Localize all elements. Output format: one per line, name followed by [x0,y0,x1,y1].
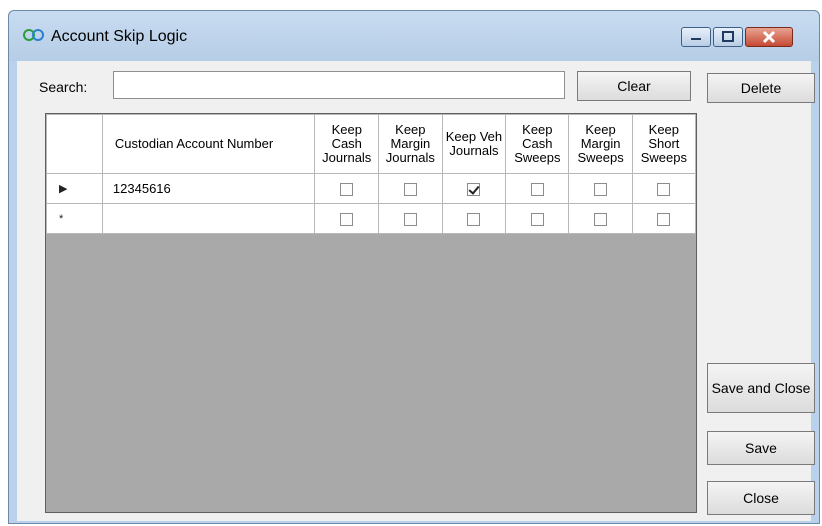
table-row-new[interactable]: * [46,203,696,234]
infinity-app-icon [23,28,45,42]
keep-margin-journals-checkbox[interactable] [403,213,417,227]
row-selector-header[interactable] [46,114,103,174]
keep-cash-sweeps-checkbox[interactable] [530,183,544,197]
checkbox-cell[interactable] [378,203,443,234]
checkbox-cell[interactable] [631,203,696,234]
column-header-keep-margin-journals[interactable]: Keep Margin Journals [378,114,443,174]
keep-short-sweeps-checkbox[interactable] [657,183,671,197]
close-window-button[interactable] [745,27,793,47]
delete-button[interactable]: Delete [707,73,815,103]
search-input[interactable] [113,71,565,99]
account-number-cell[interactable]: 12345616 [101,173,316,204]
table-row[interactable]: ▶ 12345616 [46,173,696,204]
maximize-icon [722,31,734,42]
column-header-keep-short-sweeps[interactable]: Keep Short Sweeps [631,114,696,174]
column-header-custodian-account-number[interactable]: Custodian Account Number [101,114,316,174]
keep-cash-sweeps-checkbox[interactable] [530,213,544,227]
checkbox-cell[interactable] [568,203,633,234]
maximize-button[interactable] [713,27,743,47]
search-label: Search: [39,79,88,95]
table-header-row: Custodian Account Number Keep Cash Journ… [46,114,696,174]
save-button[interactable]: Save [707,431,815,465]
clear-button[interactable]: Clear [577,71,691,101]
keep-short-sweeps-checkbox[interactable] [657,213,671,227]
row-selector-current[interactable]: ▶ [46,173,103,204]
column-header-keep-cash-sweeps[interactable]: Keep Cash Sweeps [505,114,570,174]
save-and-close-button[interactable]: Save and Close [707,363,815,413]
checkbox-cell[interactable] [378,173,443,204]
checkbox-cell[interactable] [441,203,507,234]
checkbox-cell[interactable] [568,173,633,204]
checkbox-cell[interactable] [505,203,570,234]
form-client-area: Search: Clear Delete Custodian Account N… [17,61,815,521]
minimize-button[interactable] [681,27,711,47]
column-header-keep-margin-sweeps[interactable]: Keep Margin Sweeps [568,114,633,174]
account-number-cell[interactable] [101,203,316,234]
keep-margin-journals-checkbox[interactable] [403,183,417,197]
column-header-keep-cash-journals[interactable]: Keep Cash Journals [314,114,380,174]
close-button[interactable]: Close [707,481,815,515]
column-header-keep-veh-journals[interactable]: Keep Veh Journals [441,114,507,174]
account-grid[interactable]: Custodian Account Number Keep Cash Journ… [45,113,697,513]
row-selector-new[interactable]: * [46,203,103,234]
checkbox-cell[interactable] [314,203,380,234]
checkbox-cell[interactable] [441,173,507,204]
keep-cash-journals-checkbox[interactable] [340,213,354,227]
keep-veh-journals-checkbox[interactable] [467,213,481,227]
checkbox-cell[interactable] [505,173,570,204]
account-skip-logic-window: Account Skip Logic Search: Clear Delete … [8,10,820,524]
checkbox-cell[interactable] [631,173,696,204]
keep-margin-sweeps-checkbox[interactable] [594,213,608,227]
account-table: Custodian Account Number Keep Cash Journ… [46,114,696,234]
keep-cash-journals-checkbox[interactable] [340,183,354,197]
close-icon [762,30,776,44]
keep-margin-sweeps-checkbox[interactable] [594,183,608,197]
keep-veh-journals-checkbox[interactable] [467,183,481,197]
title-bar[interactable]: Account Skip Logic [9,11,819,61]
minimize-icon [691,38,701,40]
checkbox-cell[interactable] [314,173,380,204]
window-title: Account Skip Logic [51,28,188,45]
